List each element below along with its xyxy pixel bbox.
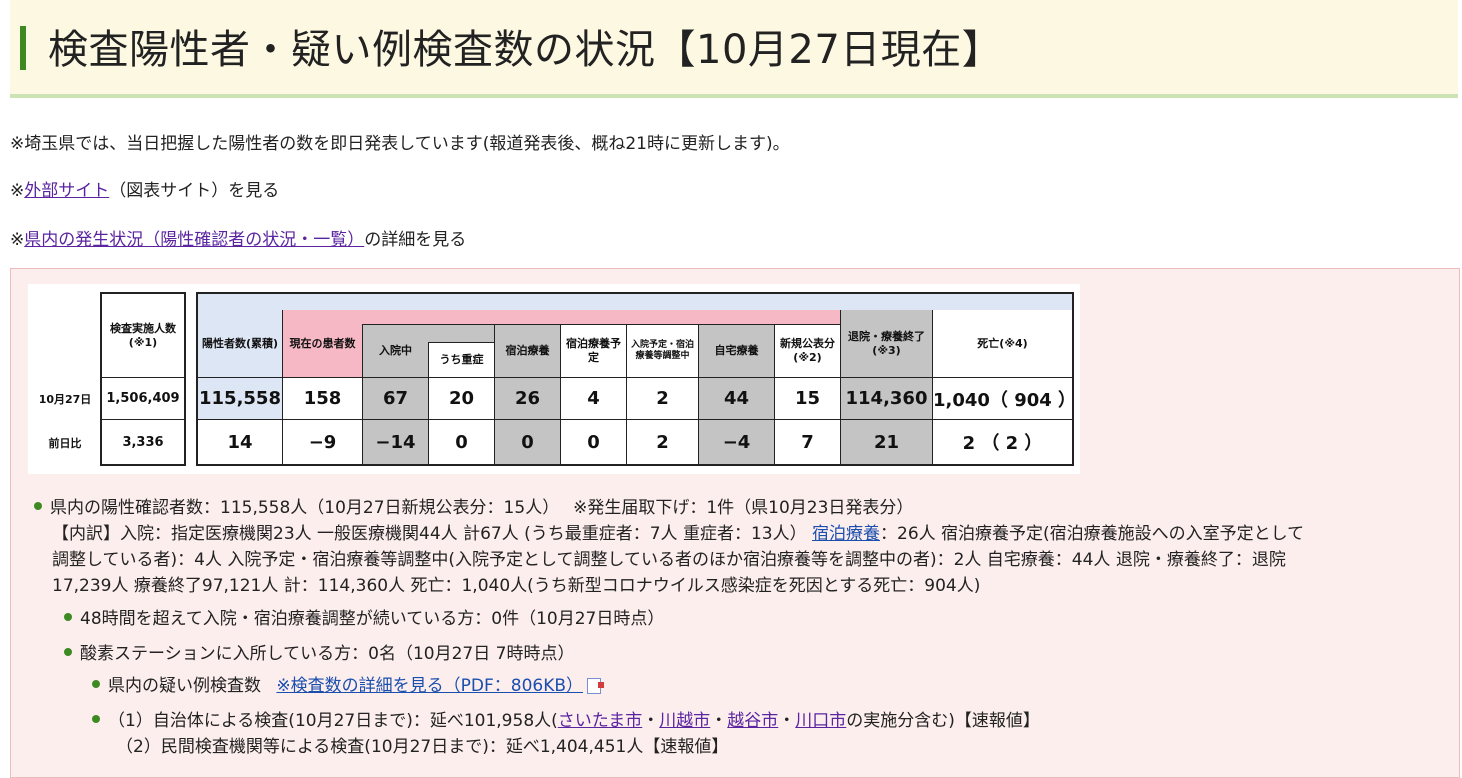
cell-adjusting-diff: 2	[626, 420, 698, 466]
cell-home-today: 44	[698, 378, 774, 420]
private-test-line: （2）民間検査機関等による検査(10月27日まで)：延べ1,404,451人【速…	[116, 737, 729, 757]
table-top-strip	[196, 292, 1074, 310]
cell-lodging-diff: 0	[494, 420, 560, 466]
cell-new-today: 15	[774, 378, 840, 420]
over48-line: 48時間を超えて入院・宿泊療養調整が続いている方：0件（10月27日時点）	[64, 606, 664, 632]
cell-tested-diff: 3,336	[100, 420, 186, 466]
note-suffix: の詳細を見る	[364, 230, 467, 250]
local-test-suffix: の実施分含む)【速報値】	[846, 711, 1040, 731]
title-bar: 検査陽性者・疑い例検査数の状況【10月27日現在】	[10, 0, 1458, 98]
header-adjusting: 入院予定・宿泊療養等調整中	[626, 324, 698, 378]
separator: ・	[710, 711, 728, 731]
pdf-icon[interactable]	[587, 678, 605, 694]
cell-current-today: 158	[282, 378, 362, 420]
kawagoe-city-link[interactable]: 川越市	[659, 711, 710, 731]
saitama-city-link[interactable]: さいたま市	[558, 711, 643, 731]
breakdown-line-3: 17,239人 療養終了97,121人 計：114,360人 死亡：1,040人…	[52, 576, 981, 596]
cell-deaths-today: 1,040（ 904 ）	[932, 378, 1076, 420]
oxygen-line: 酸素ステーションに入所している方：0名（10月27日 7時時点）	[64, 641, 574, 667]
cell-hospital-today: 67	[362, 378, 428, 420]
header-positive: 陽性者数(累積)	[196, 310, 282, 378]
row-label-today: 10月27日	[38, 393, 92, 406]
over48-text: 48時間を超えて入院・宿泊療養調整が続いている方：0件（10月27日時点）	[80, 609, 665, 629]
suspect-pdf-link[interactable]: ※検査数の詳細を見る（PDF：806KB）	[276, 676, 583, 696]
header-hospital: 入院中	[362, 324, 428, 378]
breakdown-text-1: 【内訳】入院：指定医療機関23人 一般医療機関44人 計67人 (うち最重症者：…	[52, 524, 812, 544]
cell-deaths-diff: 2 （ 2 ）	[932, 420, 1074, 466]
note-prefix: ※	[10, 230, 25, 250]
cell-current-diff: −9	[282, 420, 362, 466]
oxygen-text: 酸素ステーションに入所している方：0名（10月27日 7時時点）	[80, 644, 575, 664]
header-current: 現在の患者数	[282, 310, 362, 378]
update-note: ※埼玉県では、当日把握した陽性者の数を即日発表しています(報道発表後、概ね21時…	[10, 134, 790, 154]
kawaguchi-city-link[interactable]: 川口市	[795, 711, 846, 731]
suspect-label: 県内の疑い例検査数	[108, 676, 261, 696]
summary-text: 県内の陽性確認者数：115,558人（10月27日新規公表分：15人） ※発生届…	[50, 498, 914, 518]
bullet-icon	[92, 680, 100, 688]
cell-positive-diff: 14	[196, 420, 282, 466]
external-site-note: ※外部サイト（図表サイト）を見る	[10, 178, 279, 204]
cell-home-diff: −4	[698, 420, 774, 466]
summary-line: 県内の陽性確認者数：115,558人（10月27日新規公表分：15人） ※発生届…	[34, 495, 913, 521]
cell-positive-today: 115,558	[196, 378, 282, 420]
local-test-prefix: （1）自治体による検査(10月27日まで)：延べ101,958人(	[108, 711, 558, 731]
note-prefix: ※	[10, 181, 25, 201]
lodging-link[interactable]: 宿泊療養	[812, 524, 880, 544]
breakdown-line-1: 【内訳】入院：指定医療機関23人 一般医療機関44人 計67人 (うち最重症者：…	[52, 521, 1304, 547]
cell-lodging-plan-diff: 0	[560, 420, 626, 466]
koshigaya-city-link[interactable]: 越谷市	[727, 711, 778, 731]
row-label-diff: 前日比	[48, 437, 82, 450]
breakdown-line-2: 調整している者)：4人 入院予定・宿泊療養等調整中(入院予定として調整している者…	[52, 550, 1286, 570]
header-lodging: 宿泊療養	[494, 324, 560, 378]
prefecture-status-link[interactable]: 県内の発生状況（陽性確認者の状況・一覧）	[24, 230, 364, 250]
severe-top-gray	[428, 324, 494, 342]
cell-recovered-diff: 21	[840, 420, 932, 466]
title-accent-bar	[20, 26, 26, 70]
cell-lodging-plan-today: 4	[560, 378, 626, 420]
header-severe: うち重症	[428, 342, 494, 378]
cell-severe-today: 20	[428, 378, 494, 420]
page-title: 検査陽性者・疑い例検査数の状況【10月27日現在】	[48, 27, 1003, 73]
header-recovered: 退院・療養終了(※3)	[840, 310, 932, 378]
cell-tested-today: 1,506,409	[100, 378, 186, 420]
local-test-line: （1）自治体による検査(10月27日まで)：延べ101,958人(さいたま市・川…	[92, 708, 1040, 734]
separator: ・	[642, 711, 660, 731]
note-suffix: （図表サイト）を見る	[109, 181, 280, 201]
bullet-icon	[64, 648, 72, 656]
cell-lodging-today: 26	[494, 378, 560, 420]
suspect-line: 県内の疑い例検査数 ※検査数の詳細を見る（PDF：806KB）	[92, 673, 605, 699]
header-deaths: 死亡(※4)	[932, 310, 1074, 378]
bullet-icon	[92, 715, 100, 723]
breakdown-text-1b: ：26人 宿泊療養予定(宿泊療養施設への入室予定として	[880, 524, 1305, 544]
header-lodging-plan: 宿泊療養予定	[560, 324, 626, 378]
cell-severe-diff: 0	[428, 420, 494, 466]
header-tested: 検査実施人数(※1)	[100, 292, 186, 378]
bullet-icon	[64, 613, 72, 621]
pink-band	[362, 310, 840, 324]
cell-recovered-today: 114,360	[840, 378, 932, 420]
status-table: 検査実施人数(※1) 1,506,409 3,336 10月27日 前日比 陽性…	[28, 284, 1080, 474]
header-home: 自宅療養	[698, 324, 774, 378]
cell-hospital-diff: −14	[362, 420, 428, 466]
prefecture-status-note: ※県内の発生状況（陽性確認者の状況・一覧）の詳細を見る	[10, 227, 466, 253]
cell-new-diff: 7	[774, 420, 840, 466]
cell-adjusting-today: 2	[626, 378, 698, 420]
header-new: 新規公表分(※2)	[774, 324, 840, 378]
separator: ・	[778, 711, 796, 731]
external-site-link[interactable]: 外部サイト	[24, 181, 109, 201]
bullet-icon	[34, 502, 42, 510]
